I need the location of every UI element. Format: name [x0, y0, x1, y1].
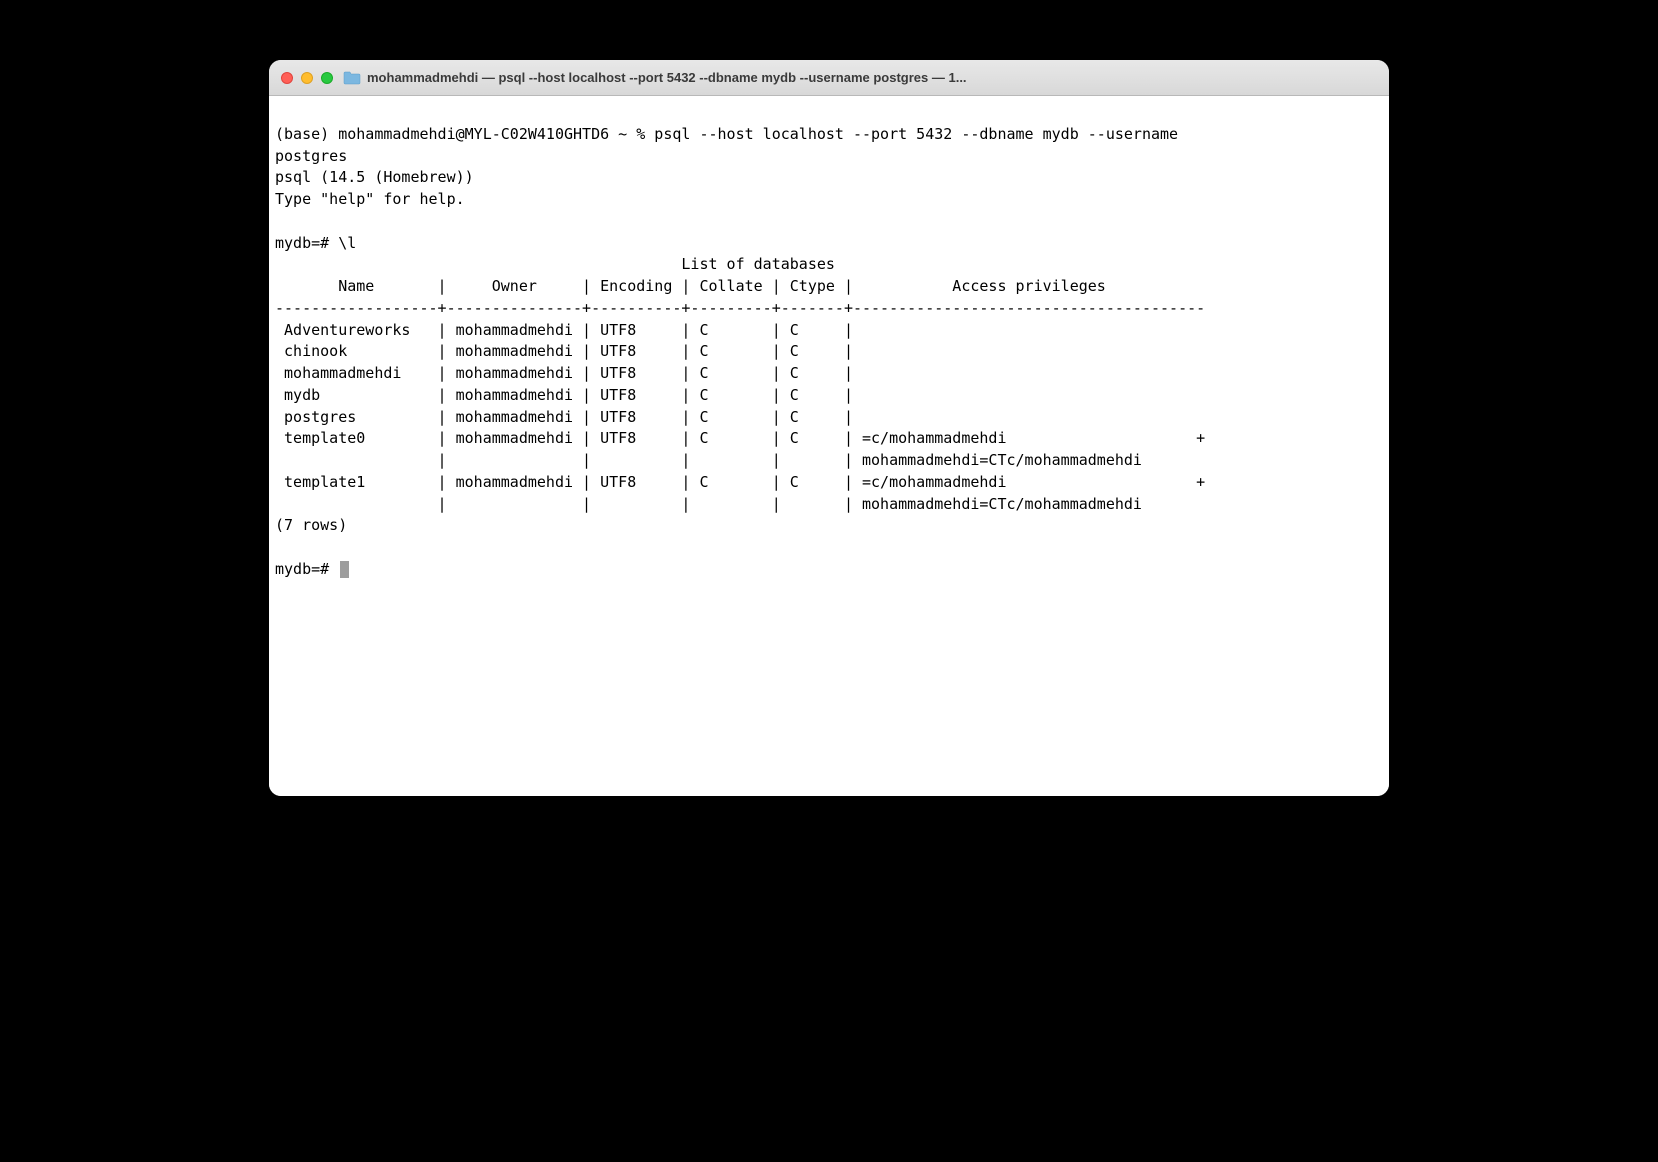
psql-version: psql (14.5 (Homebrew)) — [275, 168, 474, 186]
window-title: mohammadmehdi — psql --host localhost --… — [367, 70, 1377, 85]
terminal-window: mohammadmehdi — psql --host localhost --… — [269, 60, 1389, 796]
shell-prompt-line: (base) mohammadmehdi@MYL-C02W410GHTD6 ~ … — [275, 125, 1187, 143]
cursor — [340, 561, 349, 578]
close-button[interactable] — [281, 72, 293, 84]
psql-prompt: mydb=# — [275, 560, 338, 578]
table-row: mohammadmehdi | mohammadmehdi | UTF8 | C… — [275, 364, 862, 382]
minimize-button[interactable] — [301, 72, 313, 84]
terminal-body[interactable]: (base) mohammadmehdi@MYL-C02W410GHTD6 ~ … — [269, 96, 1389, 796]
table-row: template0 | mohammadmehdi | UTF8 | C | C… — [275, 429, 1205, 447]
table-row: chinook | mohammadmehdi | UTF8 | C | C | — [275, 342, 862, 360]
psql-help-hint: Type "help" for help. — [275, 190, 465, 208]
traffic-lights — [281, 72, 333, 84]
table-row: postgres | mohammadmehdi | UTF8 | C | C … — [275, 408, 862, 426]
titlebar[interactable]: mohammadmehdi — psql --host localhost --… — [269, 60, 1389, 96]
table-row: | | | | | mohammadmehdi=CTc/mohammadmehd… — [275, 451, 1142, 469]
table-row: | | | | | mohammadmehdi=CTc/mohammadmehd… — [275, 495, 1142, 513]
table-header: Name | Owner | Encoding | Collate | Ctyp… — [275, 277, 1205, 295]
table-separator: ------------------+---------------+-----… — [275, 299, 1205, 317]
table-row: template1 | mohammadmehdi | UTF8 | C | C… — [275, 473, 1205, 491]
table-rowcount: (7 rows) — [275, 516, 347, 534]
zoom-button[interactable] — [321, 72, 333, 84]
shell-prompt-continuation: postgres — [275, 147, 347, 165]
table-row: Adventureworks | mohammadmehdi | UTF8 | … — [275, 321, 862, 339]
table-title: List of databases — [275, 255, 835, 273]
table-row: mydb | mohammadmehdi | UTF8 | C | C | — [275, 386, 862, 404]
folder-icon — [343, 71, 361, 85]
psql-prompt-command: mydb=# \l — [275, 234, 356, 252]
